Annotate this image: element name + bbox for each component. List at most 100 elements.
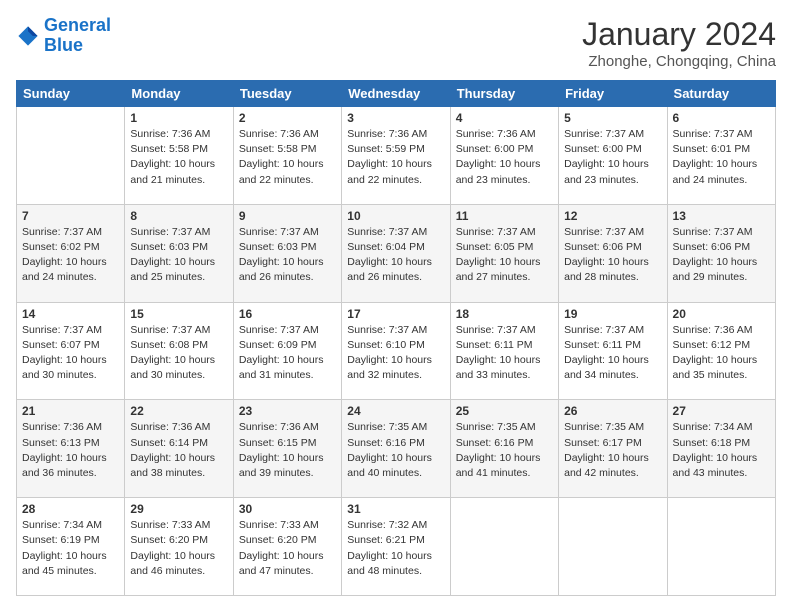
day-info: Sunrise: 7:35 AMSunset: 6:17 PMDaylight:… <box>564 420 661 481</box>
day-info: Sunrise: 7:37 AMSunset: 6:11 PMDaylight:… <box>456 323 553 384</box>
day-number: 10 <box>347 209 444 223</box>
title-block: January 2024 Zhonghe, Chongqing, China <box>582 16 776 70</box>
day-number: 1 <box>130 111 227 125</box>
week-row-5: 28 Sunrise: 7:34 AMSunset: 6:19 PMDayligh… <box>17 498 776 596</box>
day-number: 3 <box>347 111 444 125</box>
calendar-cell: 26 Sunrise: 7:35 AMSunset: 6:17 PMDayligh… <box>559 400 667 498</box>
calendar-cell: 12Sunrise: 7:37 AMSunset: 6:06 PMDayligh… <box>559 204 667 302</box>
week-row-4: 21Sunrise: 7:36 AMSunset: 6:13 PMDayligh… <box>17 400 776 498</box>
calendar-cell: 7Sunrise: 7:37 AMSunset: 6:02 PMDaylight… <box>17 204 125 302</box>
day-info: Sunrise: 7:35 AMSunset: 6:16 PMDaylight:… <box>456 420 553 481</box>
location-title: Zhonghe, Chongqing, China <box>582 53 776 70</box>
day-info: Sunrise: 7:36 AMSunset: 5:58 PMDaylight:… <box>130 127 227 188</box>
calendar-body: 1 Sunrise: 7:36 AMSunset: 5:58 PMDaylight… <box>17 107 776 596</box>
weekday-saturday: Saturday <box>667 81 775 107</box>
calendar-cell: 3 Sunrise: 7:36 AMSunset: 5:59 PMDaylight… <box>342 107 450 205</box>
day-number: 6 <box>673 111 770 125</box>
page: General Blue January 2024 Zhonghe, Chong… <box>0 0 792 612</box>
day-info: Sunrise: 7:37 AMSunset: 6:11 PMDaylight:… <box>564 323 661 384</box>
day-number: 25 <box>456 404 553 418</box>
calendar-table: SundayMondayTuesdayWednesdayThursdayFrid… <box>16 80 776 596</box>
day-number: 28 <box>22 502 119 516</box>
day-info: Sunrise: 7:36 AMSunset: 6:14 PMDaylight:… <box>130 420 227 481</box>
day-info: Sunrise: 7:34 AMSunset: 6:18 PMDaylight:… <box>673 420 770 481</box>
calendar-cell: 4 Sunrise: 7:36 AMSunset: 6:00 PMDaylight… <box>450 107 558 205</box>
calendar-cell: 19 Sunrise: 7:37 AMSunset: 6:11 PMDayligh… <box>559 302 667 400</box>
day-info: Sunrise: 7:36 AMSunset: 5:59 PMDaylight:… <box>347 127 444 188</box>
day-info: Sunrise: 7:37 AMSunset: 6:09 PMDaylight:… <box>239 323 336 384</box>
day-number: 30 <box>239 502 336 516</box>
day-info: Sunrise: 7:37 AMSunset: 6:01 PMDaylight:… <box>673 127 770 188</box>
calendar-cell: 9 Sunrise: 7:37 AMSunset: 6:03 PMDaylight… <box>233 204 341 302</box>
week-row-3: 14 Sunrise: 7:37 AMSunset: 6:07 PMDayligh… <box>17 302 776 400</box>
calendar-cell: 24Sunrise: 7:35 AMSunset: 6:16 PMDayligh… <box>342 400 450 498</box>
calendar-cell: 28 Sunrise: 7:34 AMSunset: 6:19 PMDayligh… <box>17 498 125 596</box>
day-number: 24 <box>347 404 444 418</box>
day-number: 16 <box>239 307 336 321</box>
day-info: Sunrise: 7:37 AMSunset: 6:00 PMDaylight:… <box>564 127 661 188</box>
calendar-cell: 6 Sunrise: 7:37 AMSunset: 6:01 PMDaylight… <box>667 107 775 205</box>
day-number: 22 <box>130 404 227 418</box>
day-number: 31 <box>347 502 444 516</box>
day-number: 14 <box>22 307 119 321</box>
weekday-monday: Monday <box>125 81 233 107</box>
day-info: Sunrise: 7:37 AMSunset: 6:03 PMDaylight:… <box>239 225 336 286</box>
day-info: Sunrise: 7:36 AMSunset: 6:00 PMDaylight:… <box>456 127 553 188</box>
calendar-cell: 14 Sunrise: 7:37 AMSunset: 6:07 PMDayligh… <box>17 302 125 400</box>
day-info: Sunrise: 7:32 AMSunset: 6:21 PMDaylight:… <box>347 518 444 579</box>
weekday-tuesday: Tuesday <box>233 81 341 107</box>
week-row-1: 1 Sunrise: 7:36 AMSunset: 5:58 PMDaylight… <box>17 107 776 205</box>
day-info: Sunrise: 7:36 AMSunset: 6:12 PMDaylight:… <box>673 323 770 384</box>
day-info: Sunrise: 7:37 AMSunset: 6:08 PMDaylight:… <box>130 323 227 384</box>
month-title: January 2024 <box>582 16 776 53</box>
calendar-cell: 22 Sunrise: 7:36 AMSunset: 6:14 PMDayligh… <box>125 400 233 498</box>
week-row-2: 7Sunrise: 7:37 AMSunset: 6:02 PMDaylight… <box>17 204 776 302</box>
day-number: 27 <box>673 404 770 418</box>
day-info: Sunrise: 7:33 AMSunset: 6:20 PMDaylight:… <box>130 518 227 579</box>
day-info: Sunrise: 7:37 AMSunset: 6:07 PMDaylight:… <box>22 323 119 384</box>
calendar-cell: 21Sunrise: 7:36 AMSunset: 6:13 PMDayligh… <box>17 400 125 498</box>
logo-icon <box>16 24 40 48</box>
day-number: 15 <box>130 307 227 321</box>
calendar-cell: 27 Sunrise: 7:34 AMSunset: 6:18 PMDayligh… <box>667 400 775 498</box>
day-number: 13 <box>673 209 770 223</box>
weekday-header-row: SundayMondayTuesdayWednesdayThursdayFrid… <box>17 81 776 107</box>
day-info: Sunrise: 7:37 AMSunset: 6:05 PMDaylight:… <box>456 225 553 286</box>
day-number: 19 <box>564 307 661 321</box>
calendar-cell: 1 Sunrise: 7:36 AMSunset: 5:58 PMDaylight… <box>125 107 233 205</box>
day-number: 4 <box>456 111 553 125</box>
day-info: Sunrise: 7:34 AMSunset: 6:19 PMDaylight:… <box>22 518 119 579</box>
day-info: Sunrise: 7:37 AMSunset: 6:03 PMDaylight:… <box>130 225 227 286</box>
logo: General Blue <box>16 16 111 56</box>
day-number: 23 <box>239 404 336 418</box>
weekday-thursday: Thursday <box>450 81 558 107</box>
logo-text: General Blue <box>44 16 111 56</box>
day-number: 26 <box>564 404 661 418</box>
calendar-cell: 10 Sunrise: 7:37 AMSunset: 6:04 PMDayligh… <box>342 204 450 302</box>
calendar-cell: 17 Sunrise: 7:37 AMSunset: 6:10 PMDayligh… <box>342 302 450 400</box>
calendar-cell: 30 Sunrise: 7:33 AMSunset: 6:20 PMDayligh… <box>233 498 341 596</box>
weekday-sunday: Sunday <box>17 81 125 107</box>
day-info: Sunrise: 7:37 AMSunset: 6:10 PMDaylight:… <box>347 323 444 384</box>
calendar-cell: 20Sunrise: 7:36 AMSunset: 6:12 PMDayligh… <box>667 302 775 400</box>
day-info: Sunrise: 7:36 AMSunset: 5:58 PMDaylight:… <box>239 127 336 188</box>
calendar-cell: 13Sunrise: 7:37 AMSunset: 6:06 PMDayligh… <box>667 204 775 302</box>
calendar-cell: 8 Sunrise: 7:37 AMSunset: 6:03 PMDaylight… <box>125 204 233 302</box>
calendar-cell <box>17 107 125 205</box>
calendar-cell: 15 Sunrise: 7:37 AMSunset: 6:08 PMDayligh… <box>125 302 233 400</box>
calendar-cell: 31 Sunrise: 7:32 AMSunset: 6:21 PMDayligh… <box>342 498 450 596</box>
calendar-cell: 11Sunrise: 7:37 AMSunset: 6:05 PMDayligh… <box>450 204 558 302</box>
day-number: 9 <box>239 209 336 223</box>
calendar-cell: 16 Sunrise: 7:37 AMSunset: 6:09 PMDayligh… <box>233 302 341 400</box>
weekday-wednesday: Wednesday <box>342 81 450 107</box>
calendar-cell: 2Sunrise: 7:36 AMSunset: 5:58 PMDaylight… <box>233 107 341 205</box>
calendar-cell: 5Sunrise: 7:37 AMSunset: 6:00 PMDaylight… <box>559 107 667 205</box>
calendar-cell <box>559 498 667 596</box>
day-number: 18 <box>456 307 553 321</box>
calendar-cell <box>450 498 558 596</box>
day-number: 8 <box>130 209 227 223</box>
day-number: 17 <box>347 307 444 321</box>
day-info: Sunrise: 7:36 AMSunset: 6:13 PMDaylight:… <box>22 420 119 481</box>
day-info: Sunrise: 7:33 AMSunset: 6:20 PMDaylight:… <box>239 518 336 579</box>
day-info: Sunrise: 7:37 AMSunset: 6:04 PMDaylight:… <box>347 225 444 286</box>
